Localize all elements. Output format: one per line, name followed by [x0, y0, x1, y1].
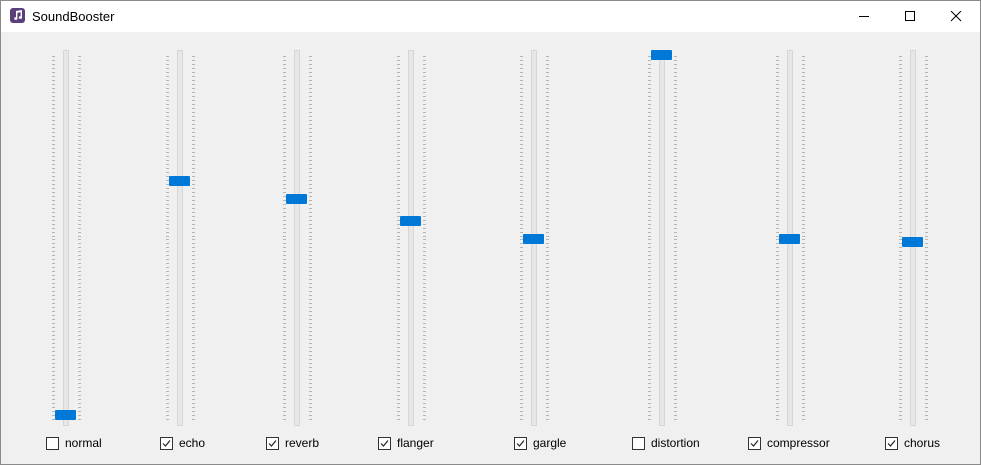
checkbox-label: normal [65, 436, 102, 450]
checkbox-box[interactable] [514, 437, 527, 450]
slider-thumb-chorus[interactable] [902, 237, 923, 247]
minimize-icon [859, 16, 869, 17]
checkmark-icon [380, 440, 389, 447]
slider-echo[interactable] [166, 50, 206, 426]
slider-ticks-right [925, 56, 928, 420]
checkmark-icon [750, 440, 759, 447]
slider-ticks-right [78, 56, 81, 420]
slider-ticks-left [52, 56, 55, 420]
checkbox-box[interactable] [378, 437, 391, 450]
checkbox-box[interactable] [632, 437, 645, 450]
checkbox-box[interactable] [748, 437, 761, 450]
slider-thumb-echo[interactable] [169, 176, 190, 186]
client-area: normal echo reverb flanger gargle distor… [1, 32, 980, 464]
title-bar[interactable]: SoundBooster [1, 1, 980, 32]
slider-normal[interactable] [52, 50, 92, 426]
slider-distortion[interactable] [648, 50, 688, 426]
checkbox-label: gargle [533, 436, 567, 450]
slider-ticks-left [283, 56, 286, 420]
slider-thumb-distortion[interactable] [651, 50, 672, 60]
close-icon [951, 11, 962, 22]
close-button[interactable] [934, 1, 980, 32]
slider-track[interactable] [63, 50, 69, 426]
slider-thumb-reverb[interactable] [286, 194, 307, 204]
checkbox-label: reverb [285, 436, 320, 450]
slider-track[interactable] [177, 50, 183, 426]
checkbox-label: echo [179, 436, 206, 450]
slider-reverb[interactable] [283, 50, 323, 426]
slider-thumb-normal[interactable] [55, 410, 76, 420]
slider-flanger[interactable] [397, 50, 437, 426]
checkbox-box[interactable] [46, 437, 59, 450]
slider-ticks-right [309, 56, 312, 420]
slider-ticks-right [423, 56, 426, 420]
checkbox-label: flanger [397, 436, 434, 450]
slider-ticks-right [802, 56, 805, 420]
slider-gargle[interactable] [520, 50, 560, 426]
checkmark-icon [268, 440, 277, 447]
slider-track[interactable] [659, 50, 665, 426]
slider-thumb-flanger[interactable] [400, 216, 421, 226]
checkbox-label: distortion [651, 436, 700, 450]
music-note-icon [10, 8, 25, 23]
slider-ticks-right [674, 56, 677, 420]
slider-track[interactable] [408, 50, 414, 426]
checkmark-icon [887, 440, 896, 447]
slider-ticks-left [648, 56, 651, 420]
checkbox-box[interactable] [885, 437, 898, 450]
slider-ticks-right [546, 56, 549, 420]
maximize-icon [905, 11, 915, 21]
minimize-button[interactable] [842, 1, 888, 32]
checkbox-box[interactable] [160, 437, 173, 450]
slider-compressor[interactable] [776, 50, 816, 426]
app-window: SoundBooster normal echo reverb flanger … [0, 0, 981, 465]
checkmark-icon [162, 440, 171, 447]
checkbox-label: compressor [767, 436, 830, 450]
checkmark-icon [516, 440, 525, 447]
checkbox-label: chorus [904, 436, 941, 450]
maximize-button[interactable] [888, 1, 934, 32]
slider-chorus[interactable] [899, 50, 939, 426]
slider-ticks-right [192, 56, 195, 420]
slider-thumb-gargle[interactable] [523, 234, 544, 244]
slider-ticks-left [166, 56, 169, 420]
checkbox-box[interactable] [266, 437, 279, 450]
slider-track[interactable] [294, 50, 300, 426]
slider-ticks-left [397, 56, 400, 420]
window-title: SoundBooster [32, 9, 115, 24]
slider-thumb-compressor[interactable] [779, 234, 800, 244]
